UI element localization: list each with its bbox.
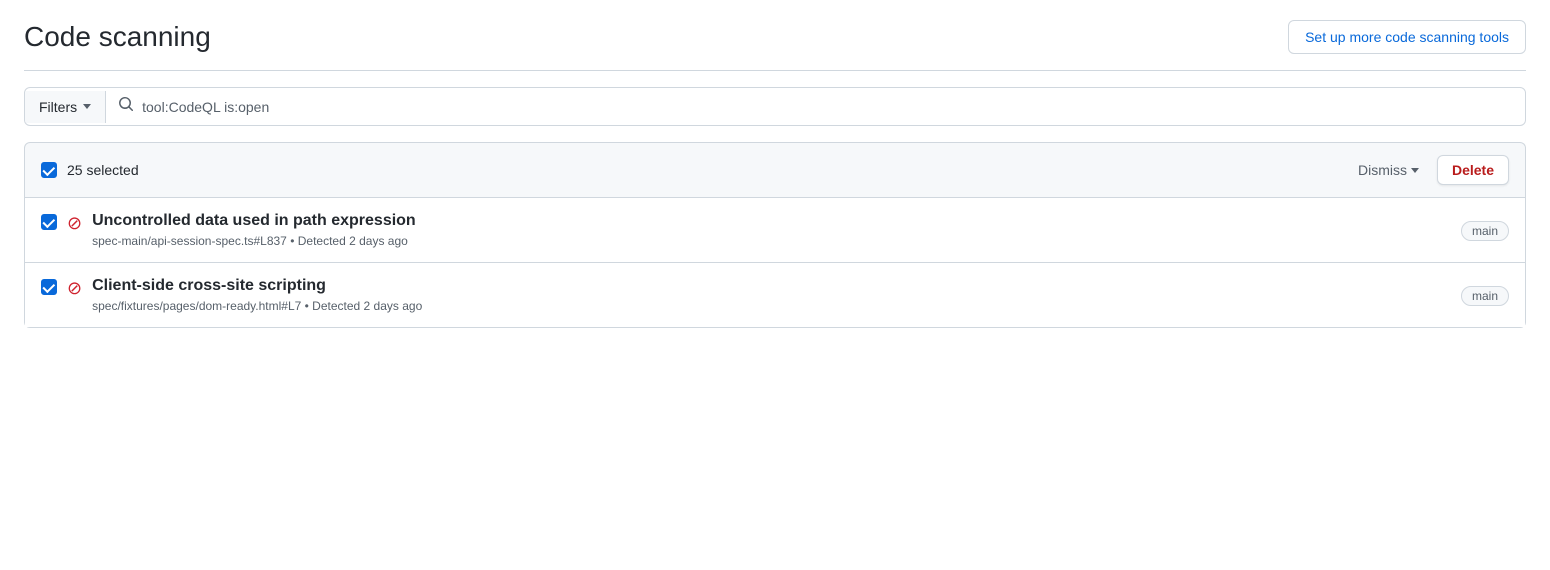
filter-bar: Filters tool:CodeQL is:open bbox=[24, 87, 1526, 126]
alert-checkbox-2[interactable] bbox=[41, 279, 57, 295]
selected-count: 25 selected bbox=[67, 162, 139, 178]
alert-right-2: main bbox=[1461, 287, 1509, 303]
alert-title-1: Uncontrolled data used in path expressio… bbox=[92, 212, 416, 230]
search-input[interactable]: tool:CodeQL is:open bbox=[142, 99, 1513, 115]
alert-meta-1: spec-main/api-session-spec.ts#L837 • Det… bbox=[92, 234, 416, 248]
selection-left: 25 selected bbox=[41, 162, 139, 178]
selection-bar: 25 selected Dismiss Delete bbox=[24, 142, 1526, 197]
delete-button[interactable]: Delete bbox=[1437, 155, 1509, 185]
page-title: Code scanning bbox=[24, 21, 211, 53]
alert-title-2: Client-side cross-site scripting bbox=[92, 277, 422, 295]
chevron-down-icon bbox=[83, 104, 91, 109]
setup-tools-button[interactable]: Set up more code scanning tools bbox=[1288, 20, 1526, 54]
search-area: tool:CodeQL is:open bbox=[106, 88, 1525, 125]
branch-badge-1: main bbox=[1461, 221, 1509, 241]
alert-meta-2: spec/fixtures/pages/dom-ready.html#L7 • … bbox=[92, 299, 422, 313]
alert-content-2: Client-side cross-site scripting spec/fi… bbox=[92, 277, 422, 313]
alert-right-1: main bbox=[1461, 222, 1509, 238]
selection-actions: Dismiss Delete bbox=[1348, 155, 1509, 185]
search-icon bbox=[118, 96, 134, 117]
alert-row: ⊘ Uncontrolled data used in path express… bbox=[25, 198, 1525, 262]
filters-dropdown-button[interactable]: Filters bbox=[25, 91, 106, 123]
select-all-checkbox[interactable] bbox=[41, 162, 57, 178]
page-header: Code scanning Set up more code scanning … bbox=[24, 20, 1526, 71]
alert-left: ⊘ Client-side cross-site scripting spec/… bbox=[41, 277, 422, 313]
filters-label: Filters bbox=[39, 99, 77, 115]
dismiss-label: Dismiss bbox=[1358, 162, 1407, 178]
alert-checkbox-1[interactable] bbox=[41, 214, 57, 230]
alert-row: ⊘ Client-side cross-site scripting spec/… bbox=[25, 262, 1525, 327]
alerts-list: ⊘ Uncontrolled data used in path express… bbox=[24, 197, 1526, 328]
chevron-down-icon bbox=[1411, 168, 1419, 173]
no-entry-icon: ⊘ bbox=[67, 213, 82, 234]
no-entry-icon: ⊘ bbox=[67, 278, 82, 299]
dismiss-button[interactable]: Dismiss bbox=[1348, 157, 1429, 183]
alert-left: ⊘ Uncontrolled data used in path express… bbox=[41, 212, 416, 248]
alert-content-1: Uncontrolled data used in path expressio… bbox=[92, 212, 416, 248]
branch-badge-2: main bbox=[1461, 286, 1509, 306]
